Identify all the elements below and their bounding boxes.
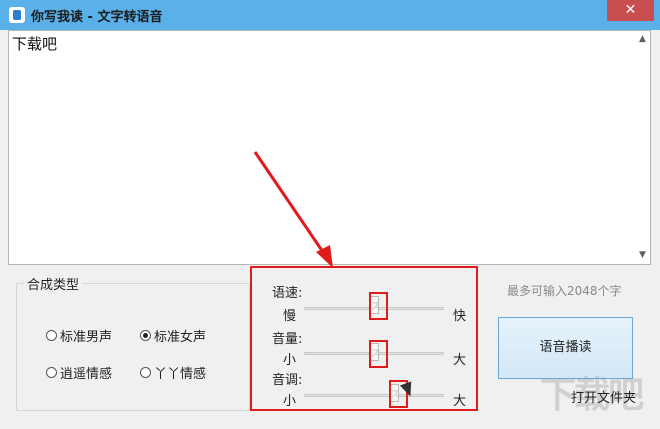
max-chars-hint: 最多可输入2048个字 <box>507 284 622 298</box>
open-folder-button[interactable]: 打开文件夹 <box>571 387 636 406</box>
